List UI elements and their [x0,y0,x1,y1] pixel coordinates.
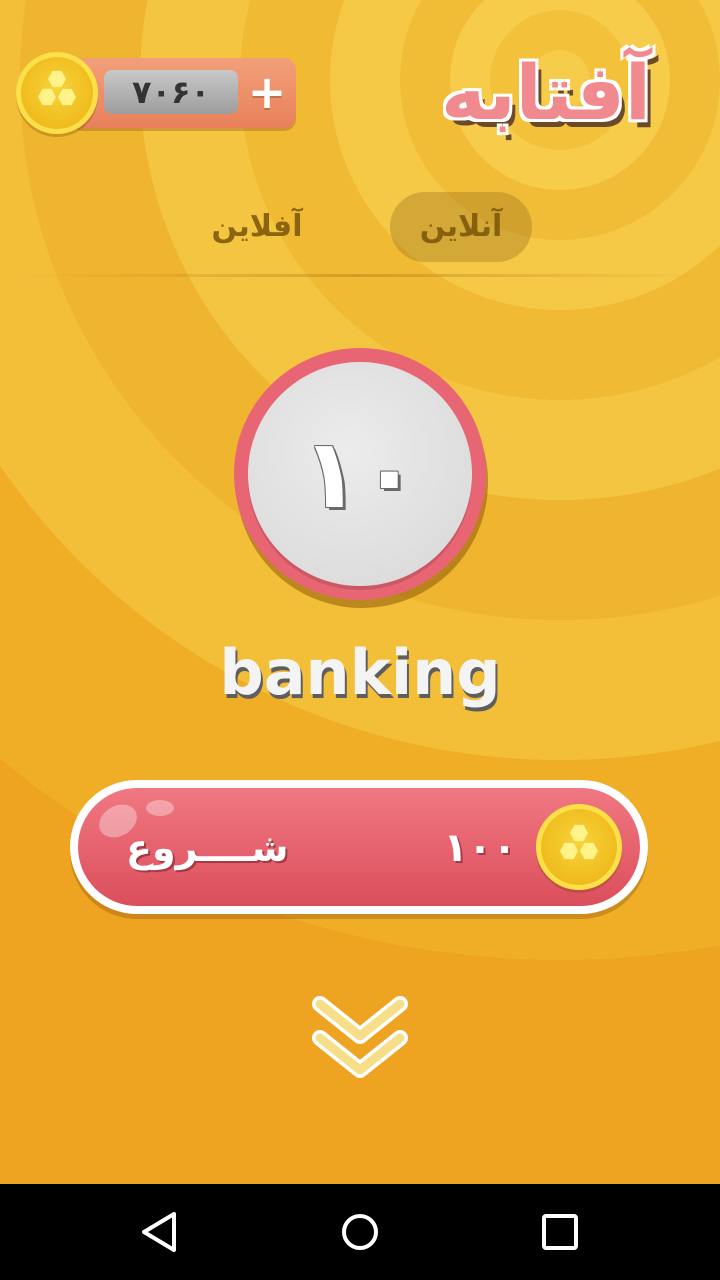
recents-square-icon[interactable] [530,1202,590,1262]
start-button-label: شــــروع [126,826,289,870]
double-chevron-down-icon[interactable] [310,994,410,1090]
add-coins-button[interactable]: + [244,68,290,116]
tab-offline[interactable]: آفلاین [186,192,328,262]
target-word: banking [219,636,501,709]
tab-online[interactable]: آنلاین [390,192,532,262]
app-logo: آفتابه [440,47,651,137]
coin-icon [536,804,622,890]
tabs-divider [20,274,700,277]
coin-icon [16,52,98,134]
back-triangle-icon[interactable] [130,1202,190,1262]
level-number: ۱۰ [248,362,472,586]
system-nav-bar [0,1184,720,1280]
start-cost: ۱۰۰ [443,825,517,871]
home-circle-icon[interactable] [330,1202,390,1262]
coin-counter: ۷۰۶۰ + [70,58,296,128]
coin-count: ۷۰۶۰ [104,70,238,114]
game-screen: ۷۰۶۰ + آفتابه آنلاین آفلاین ۱۰ banking ش… [0,0,720,1184]
